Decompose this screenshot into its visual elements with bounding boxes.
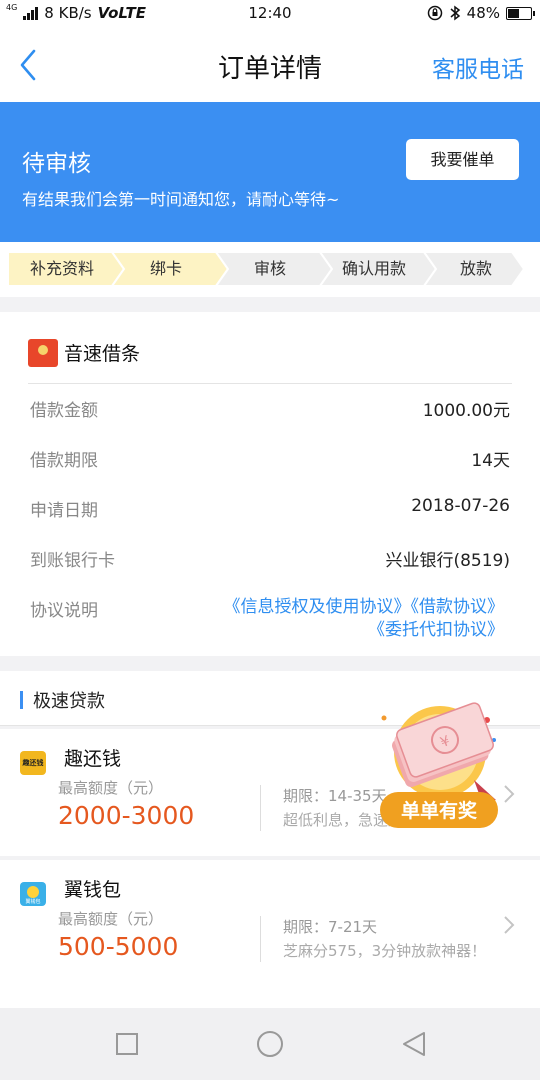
rotation-lock-icon <box>427 5 442 21</box>
section-title: 极速贷款 <box>33 691 105 712</box>
yiqianbao-logo-icon: 翼钱包 <box>20 882 46 906</box>
status-bar: 4G 8 KB/s VoLTE 12:40 48% <box>0 0 540 28</box>
app-name: 音速借条 <box>64 343 141 365</box>
system-navigation-bar <box>0 1008 540 1080</box>
product-item-yiqianbao[interactable]: 翼钱包 翼钱包 最高额度（元） 500-5000 期限：7-21天 芝麻分575… <box>0 860 540 987</box>
promo-gift-icon: ¥ 单单有奖 <box>380 702 498 828</box>
urge-order-button[interactable]: 我要催单 <box>406 139 519 180</box>
back-triangle-icon[interactable] <box>400 1030 428 1058</box>
product-description: 芝麻分575，3分钟放款神器！ <box>283 942 487 960</box>
header-bar: 订单详情 客服电话 <box>0 28 540 102</box>
customer-service-phone-link[interactable]: 客服电话 <box>432 50 524 84</box>
section-accent-bar <box>20 691 23 709</box>
divider <box>260 785 261 831</box>
limit-amount: 2000-3000 <box>58 801 195 830</box>
home-icon[interactable] <box>256 1030 284 1058</box>
status-message: 有结果我们会第一时间通知您，请耐心等待~ <box>22 190 340 209</box>
limit-amount: 500-5000 <box>58 932 179 961</box>
row-value: 1000.00元 <box>422 401 510 421</box>
divider <box>260 916 261 962</box>
row-loan-term: 借款期限 14天 <box>30 446 510 472</box>
logo-coin <box>27 886 39 898</box>
recent-apps-icon[interactable] <box>115 1032 139 1056</box>
row-value: 14天 <box>471 451 510 471</box>
bluetooth-icon <box>450 5 460 21</box>
product-name: 翼钱包 <box>64 879 122 901</box>
agreement-link-line1[interactable]: 《信息授权及使用协议》《借款协议》 <box>174 596 505 619</box>
step-confirm-usage: 确认用款 <box>341 259 406 278</box>
row-bank-card: 到账银行卡 兴业银行(8519) <box>30 546 510 572</box>
row-loan-amount: 借款金额 1000.00元 <box>30 396 510 422</box>
battery-icon <box>506 6 535 20</box>
step-disburse: 放款 <box>459 259 492 278</box>
step-review: 审核 <box>253 259 286 278</box>
order-status: 待审核 <box>22 151 91 177</box>
status-right: 48% <box>427 4 535 22</box>
logo-text: 翼钱包 <box>25 899 41 905</box>
step-bind-card: 绑卡 <box>149 259 182 278</box>
agreement-link-line2[interactable]: 《委托代扣协议》 <box>174 619 504 642</box>
row-label: 借款期限 <box>30 451 98 471</box>
term-text: 期限：7-21天 <box>283 918 378 936</box>
row-value: 兴业银行(8519) <box>385 551 510 571</box>
quhuanqian-logo-icon: 趣还钱 <box>20 751 46 775</box>
logo-text: 趣还钱 <box>22 759 44 767</box>
row-value: 2018-07-26 <box>411 496 510 516</box>
chevron-right-icon <box>504 916 515 934</box>
battery-percent: 48% <box>466 4 500 22</box>
row-label: 协议说明 <box>30 601 98 621</box>
row-label: 申请日期 <box>30 501 98 521</box>
promo-badge-text: 单单有奖 <box>401 799 478 822</box>
app-logo-icon <box>28 339 58 367</box>
row-label: 借款金额 <box>30 401 98 421</box>
limit-label: 最高额度（元） <box>58 910 164 928</box>
promo-floating-badge[interactable]: ¥ 单单有奖 <box>374 700 504 832</box>
product-name: 趣还钱 <box>64 748 122 770</box>
divider <box>28 383 512 384</box>
order-detail-card: 音速借条 借款金额 1000.00元 借款期限 14天 申请日期 2018-07… <box>0 312 540 656</box>
list-spacer <box>0 987 540 1008</box>
agreement-links: 《信息授权及使用协议》《借款协议》 《委托代扣协议》 <box>174 596 505 642</box>
row-apply-date: 申请日期 2018-07-26 <box>30 496 510 522</box>
limit-label: 最高额度（元） <box>58 779 164 797</box>
step-supplement-info: 补充资料 <box>29 259 94 278</box>
row-label: 到账银行卡 <box>30 551 115 571</box>
order-status-banner: 待审核 有结果我们会第一时间通知您，请耐心等待~ 我要催单 <box>0 102 540 242</box>
term-text: 期限：14-35天 <box>283 787 387 805</box>
progress-steps: 补充资料 绑卡 审核 确认用款 放款 <box>0 242 540 297</box>
